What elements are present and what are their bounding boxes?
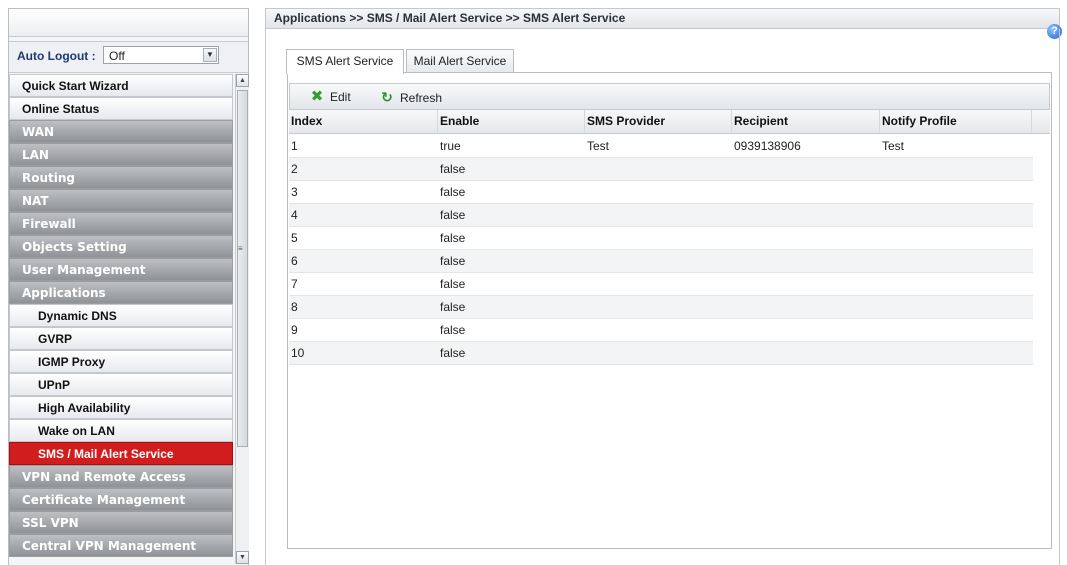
cell-index: 1 xyxy=(291,139,298,153)
menu-item-quick-start-wizard[interactable]: Quick Start Wizard xyxy=(9,74,233,97)
column-header-spacer xyxy=(1032,110,1050,132)
cell-notify-profile: Test xyxy=(882,139,905,153)
submenu-item-wake-on-lan[interactable]: Wake on LAN xyxy=(9,419,233,442)
scroll-down-icon[interactable]: ▼ xyxy=(236,551,249,564)
table-row[interactable]: 7 false xyxy=(289,273,1033,296)
cell-index: 9 xyxy=(291,323,298,337)
table-row[interactable]: 8 false xyxy=(289,296,1033,319)
cell-index: 2 xyxy=(291,162,298,176)
cell-enable: false xyxy=(440,300,466,314)
menu-item-objects-setting[interactable]: Objects Setting xyxy=(9,235,233,258)
cell-index: 3 xyxy=(291,185,298,199)
table-row[interactable]: 2 false xyxy=(289,158,1033,181)
menu-item-user-management[interactable]: User Management xyxy=(9,258,233,281)
menu-item-nat[interactable]: NAT xyxy=(9,189,233,212)
logo-area xyxy=(9,9,248,37)
menu-item-central-vpn-management[interactable]: Central VPN Management xyxy=(9,534,233,557)
menu-item-firewall[interactable]: Firewall xyxy=(9,212,233,235)
main-menu: Quick Start Wizard Online Status WAN LAN… xyxy=(9,74,235,564)
auto-logout-value: Off xyxy=(109,49,125,63)
submenu-item-dynamic-dns[interactable]: Dynamic DNS xyxy=(9,304,233,327)
tab-sms-alert-service[interactable]: SMS Alert Service xyxy=(286,49,404,74)
table-row[interactable]: 3 false xyxy=(289,181,1033,204)
table-row[interactable]: 6 false xyxy=(289,250,1033,273)
menu-item-wan[interactable]: WAN xyxy=(9,120,233,143)
sidebar: Auto Logout : Off ▼ Quick Start Wizard O… xyxy=(8,8,249,565)
cell-index: 4 xyxy=(291,208,298,222)
breadcrumb: Applications >> SMS / Mail Alert Service… xyxy=(265,8,1060,29)
cell-enable: false xyxy=(440,162,466,176)
cell-index: 8 xyxy=(291,300,298,314)
edit-button[interactable]: ✖ Edit xyxy=(308,88,351,106)
cell-index: 7 xyxy=(291,277,298,291)
table-row[interactable]: 5 false xyxy=(289,227,1033,250)
column-header-notify-profile[interactable]: Notify Profile xyxy=(880,110,1032,132)
column-header-sms-provider[interactable]: SMS Provider xyxy=(585,110,732,132)
table-header: Index Enable SMS Provider Recipient Noti… xyxy=(289,110,1050,134)
grid-toolbar: ✖ Edit ↻ Refresh xyxy=(289,83,1050,110)
submenu-item-igmp-proxy[interactable]: IGMP Proxy xyxy=(9,350,233,373)
menu-item-certificate-management[interactable]: Certificate Management xyxy=(9,488,233,511)
cell-enable: false xyxy=(440,254,466,268)
cell-sms-provider: Test xyxy=(587,139,610,153)
cell-enable: false xyxy=(440,208,466,222)
tab-mail-alert-service[interactable]: Mail Alert Service xyxy=(406,49,514,73)
sidebar-scrollbar[interactable]: ▲ ≡ ▼ xyxy=(235,74,249,564)
table-row[interactable]: 4 false xyxy=(289,204,1033,227)
chevron-down-icon[interactable]: ▼ xyxy=(203,48,217,62)
cell-index: 6 xyxy=(291,254,298,268)
column-header-enable[interactable]: Enable xyxy=(438,110,585,132)
cell-index: 10 xyxy=(291,346,305,360)
column-header-recipient[interactable]: Recipient xyxy=(732,110,880,132)
auto-logout-select[interactable]: Off ▼ xyxy=(103,46,219,64)
table-body: 1 true Test 0939138906 Test 2 false 3 fa… xyxy=(289,135,1033,365)
column-header-index[interactable]: Index xyxy=(289,110,438,132)
menu-item-routing[interactable]: Routing xyxy=(9,166,233,189)
edit-icon: ✖ xyxy=(310,88,324,105)
scrollbar-thumb[interactable] xyxy=(237,90,248,447)
menu-item-vpn-remote-access[interactable]: VPN and Remote Access xyxy=(9,465,233,488)
cell-recipient: 0939138906 xyxy=(734,139,801,153)
table-row[interactable]: 10 false xyxy=(289,342,1033,365)
cell-enable: false xyxy=(440,185,466,199)
cell-enable: false xyxy=(440,323,466,337)
scroll-up-icon[interactable]: ▲ xyxy=(236,74,249,87)
submenu-item-high-availability[interactable]: High Availability xyxy=(9,396,233,419)
cell-enable: false xyxy=(440,277,466,291)
menu-item-ssl-vpn[interactable]: SSL VPN xyxy=(9,511,233,534)
refresh-icon: ↻ xyxy=(381,89,393,105)
grip-icon: ≡ xyxy=(238,244,243,253)
menu-item-online-status[interactable]: Online Status xyxy=(9,97,233,120)
table-row[interactable]: 1 true Test 0939138906 Test xyxy=(289,135,1033,158)
submenu-item-gvrp[interactable]: GVRP xyxy=(9,327,233,350)
cell-enable: false xyxy=(440,346,466,360)
menu-item-applications[interactable]: Applications xyxy=(9,281,233,304)
auto-logout-bar: Auto Logout : Off ▼ xyxy=(9,41,248,73)
auto-logout-label: Auto Logout : xyxy=(17,49,96,63)
cell-index: 5 xyxy=(291,231,298,245)
menu-item-lan[interactable]: LAN xyxy=(9,143,233,166)
cell-enable: true xyxy=(440,139,461,153)
submenu-item-upnp[interactable]: UPnP xyxy=(9,373,233,396)
refresh-label: Refresh xyxy=(400,91,443,105)
refresh-button[interactable]: ↻ Refresh xyxy=(378,88,442,106)
submenu-item-sms-mail-alert-service[interactable]: SMS / Mail Alert Service xyxy=(9,442,233,465)
table-row[interactable]: 9 false xyxy=(289,319,1033,342)
cell-enable: false xyxy=(440,231,466,245)
edit-label: Edit xyxy=(330,90,351,104)
